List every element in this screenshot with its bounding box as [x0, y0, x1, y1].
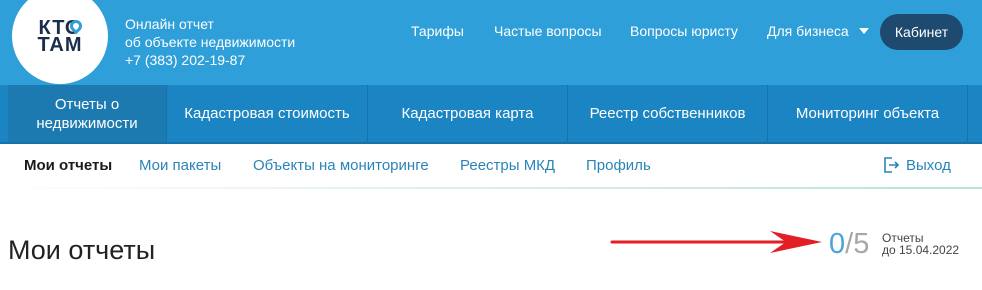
- chevron-down-icon: [858, 28, 869, 35]
- tab-my-packages[interactable]: Мои пакеты: [139, 157, 221, 174]
- top-link-faq[interactable]: Частые вопросы: [494, 23, 602, 39]
- report-counter: 0/5: [829, 228, 869, 261]
- logout-label: Выход: [906, 156, 951, 174]
- cabinet-button[interactable]: Кабинет: [880, 14, 963, 50]
- main-nav-monitoring[interactable]: Мониторинг объекта: [768, 85, 968, 142]
- top-header: КТО ТАМ Онлайн отчет об объекте недвижим…: [0, 0, 982, 85]
- counter-used: 0: [829, 228, 846, 260]
- main-nav-reports[interactable]: Отчеты о недвижимости: [8, 85, 167, 142]
- logo-text: КТО ТАМ: [12, 18, 108, 56]
- tab-my-reports[interactable]: Мои отчеты: [24, 157, 112, 174]
- tab-monitored-objects[interactable]: Объекты на мониторинге: [253, 157, 429, 174]
- logout-icon: [884, 157, 900, 173]
- counter-total: 5: [853, 228, 870, 260]
- main-nav-cadastral-value[interactable]: Кадастровая стоимость: [167, 85, 368, 142]
- main-nav-reports-line-2: недвижимости: [36, 114, 138, 132]
- tagline-line-2: об объекте недвижимости: [125, 34, 296, 50]
- tab-profile[interactable]: Профиль: [586, 157, 651, 174]
- main-nav-reports-line-1: Отчеты о: [54, 95, 120, 113]
- top-link-business[interactable]: Для бизнеса: [767, 23, 869, 39]
- top-link-lawyer[interactable]: Вопросы юристу: [630, 23, 738, 39]
- main-nav: Отчеты о недвижимости Кадастровая стоимо…: [0, 85, 982, 144]
- counter-separator: /: [845, 228, 854, 260]
- page-title: Мои отчеты: [8, 235, 156, 265]
- sub-nav: Мои отчеты Мои пакеты Объекты на монитор…: [0, 144, 982, 188]
- report-quota-label: Отчеты до 15.04.2022: [882, 232, 959, 256]
- tab-mkd-registries[interactable]: Реестры МКД: [460, 157, 555, 174]
- main-nav-owners-registry[interactable]: Реестр собственников: [568, 85, 768, 142]
- logo-line-2: ТАМ: [37, 34, 83, 56]
- logout-button[interactable]: Выход: [882, 156, 951, 174]
- red-arrow-annotation: [610, 231, 822, 253]
- tagline-line-1: Онлайн отчет: [125, 16, 214, 32]
- main-nav-cadastral-map[interactable]: Кадастровая карта: [368, 85, 568, 142]
- top-link-tariffs[interactable]: Тарифы: [411, 23, 464, 39]
- phone-number[interactable]: +7 (383) 202-19-87: [125, 51, 295, 69]
- top-link-business-label: Для бизнеса: [767, 23, 849, 39]
- logo[interactable]: КТО ТАМ: [12, 0, 108, 84]
- report-label-expiry: до 15.04.2022: [882, 243, 960, 257]
- tagline: Онлайн отчет об объекте недвижимости +7 …: [125, 15, 295, 69]
- sub-nav-divider: [0, 187, 982, 189]
